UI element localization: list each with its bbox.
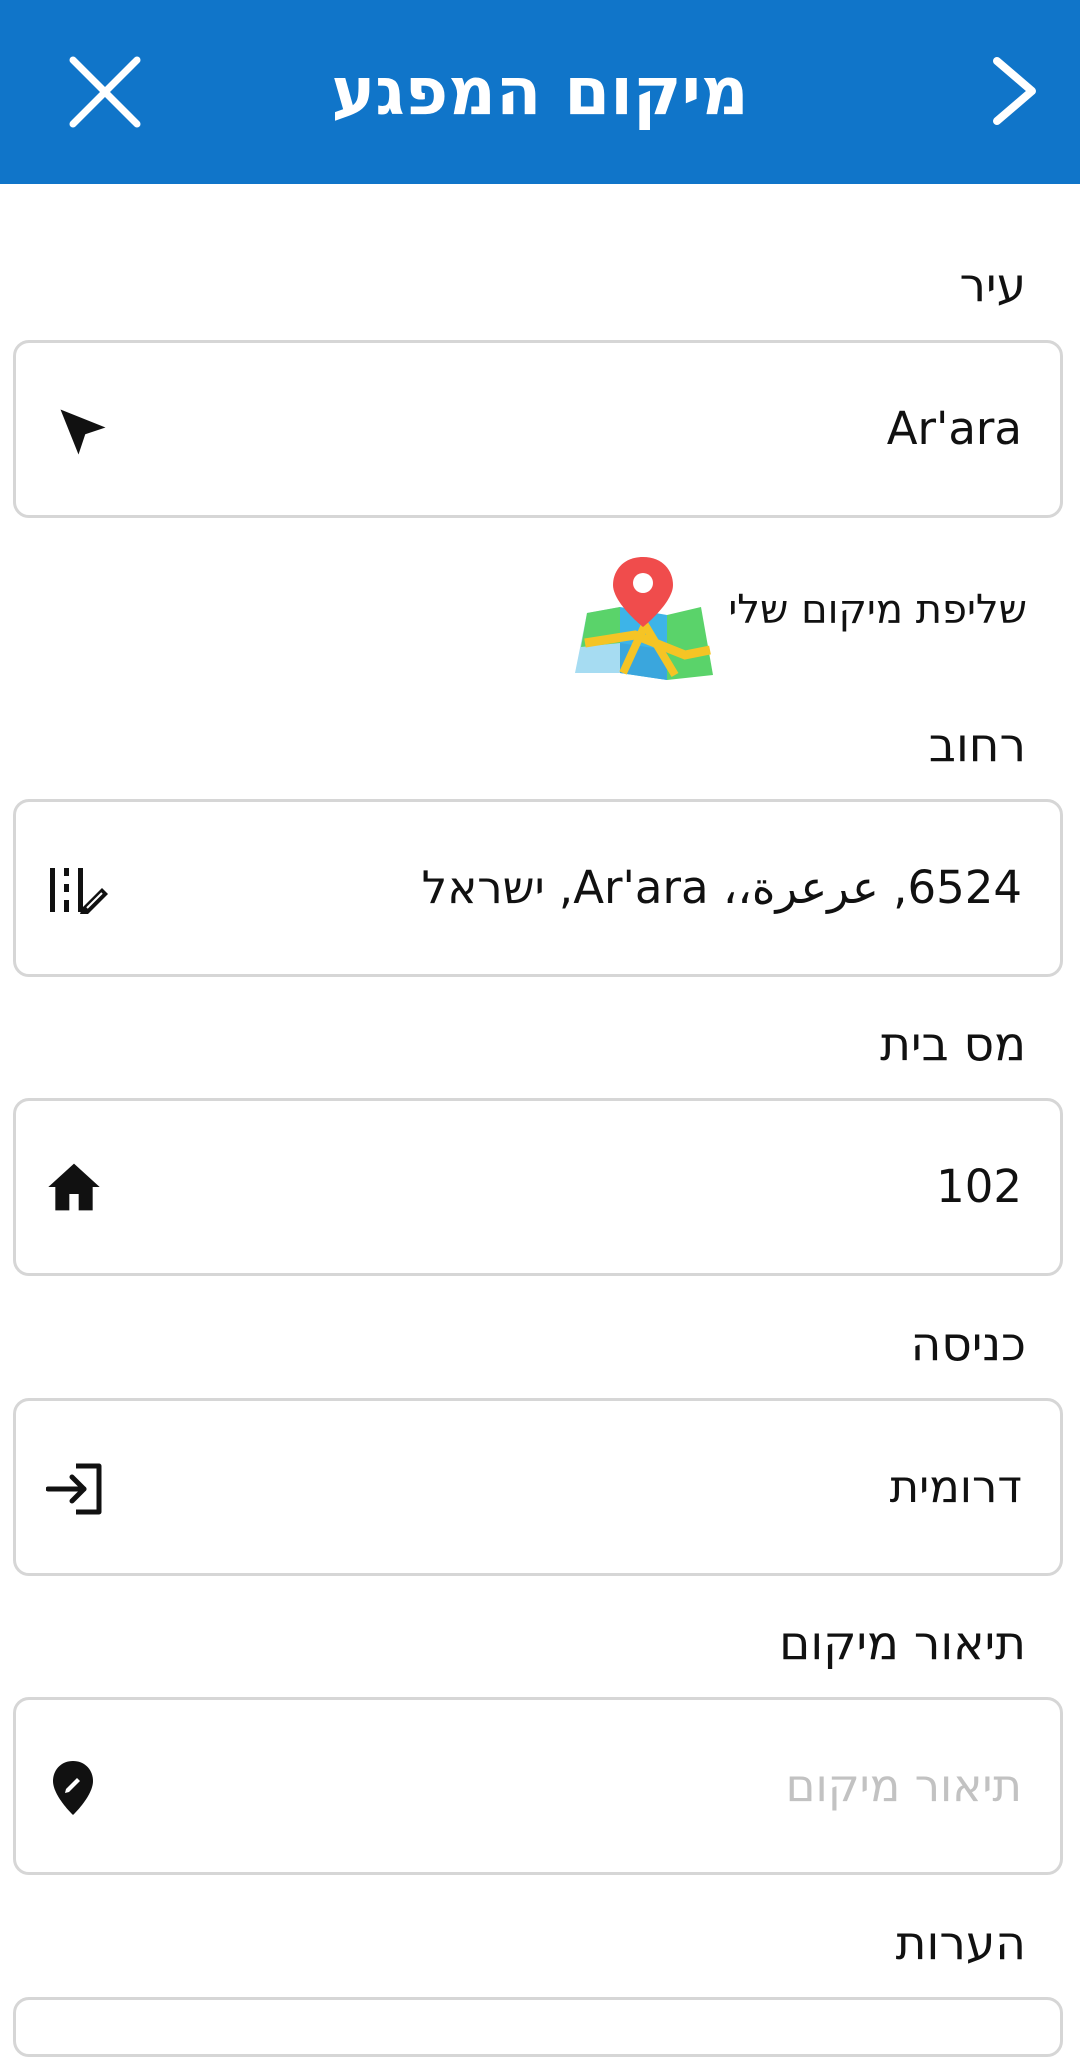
street-field[interactable]: 6524, عرعرة،، Ar'ara, ישראל — [13, 799, 1063, 977]
notes-label: הערות — [895, 1916, 1026, 1971]
house-number-label: מס בית — [880, 1017, 1026, 1072]
house-number-field[interactable]: 102 — [13, 1098, 1063, 1276]
street-edit-icon — [50, 868, 108, 914]
location-edit-icon — [53, 1761, 93, 1815]
entrance-label: כניסה — [910, 1317, 1026, 1372]
chevron-right-icon[interactable] — [972, 46, 1062, 136]
city-label: עיר — [959, 258, 1026, 313]
login-icon — [46, 1463, 102, 1515]
page-title: מיקום המפגע — [331, 53, 749, 130]
city-field[interactable]: Ar'ara — [13, 340, 1063, 518]
location-description-field[interactable]: תיאור מיקום — [13, 1697, 1063, 1875]
location-description-label: תיאור מיקום — [779, 1616, 1026, 1671]
location-description-placeholder: תיאור מיקום — [785, 1759, 1022, 1812]
my-location-button[interactable]: שליפת מיקום שלי — [575, 555, 1027, 680]
entrance-field[interactable]: דרומית — [13, 1398, 1063, 1576]
entrance-value: דרומית — [889, 1460, 1022, 1513]
street-label: רחוב — [928, 718, 1026, 773]
app-header: מיקום המפגע — [0, 0, 1080, 184]
city-value: Ar'ara — [886, 402, 1022, 455]
street-value: 6524, عرعرة،، Ar'ara, ישראל — [421, 861, 1022, 914]
notes-field[interactable] — [13, 1997, 1063, 2057]
house-number-value: 102 — [936, 1160, 1022, 1213]
home-icon — [48, 1163, 100, 1211]
my-location-label: שליפת מיקום שלי — [728, 587, 1027, 633]
navigation-arrow-icon — [60, 409, 106, 455]
map-pin-icon — [575, 557, 713, 680]
